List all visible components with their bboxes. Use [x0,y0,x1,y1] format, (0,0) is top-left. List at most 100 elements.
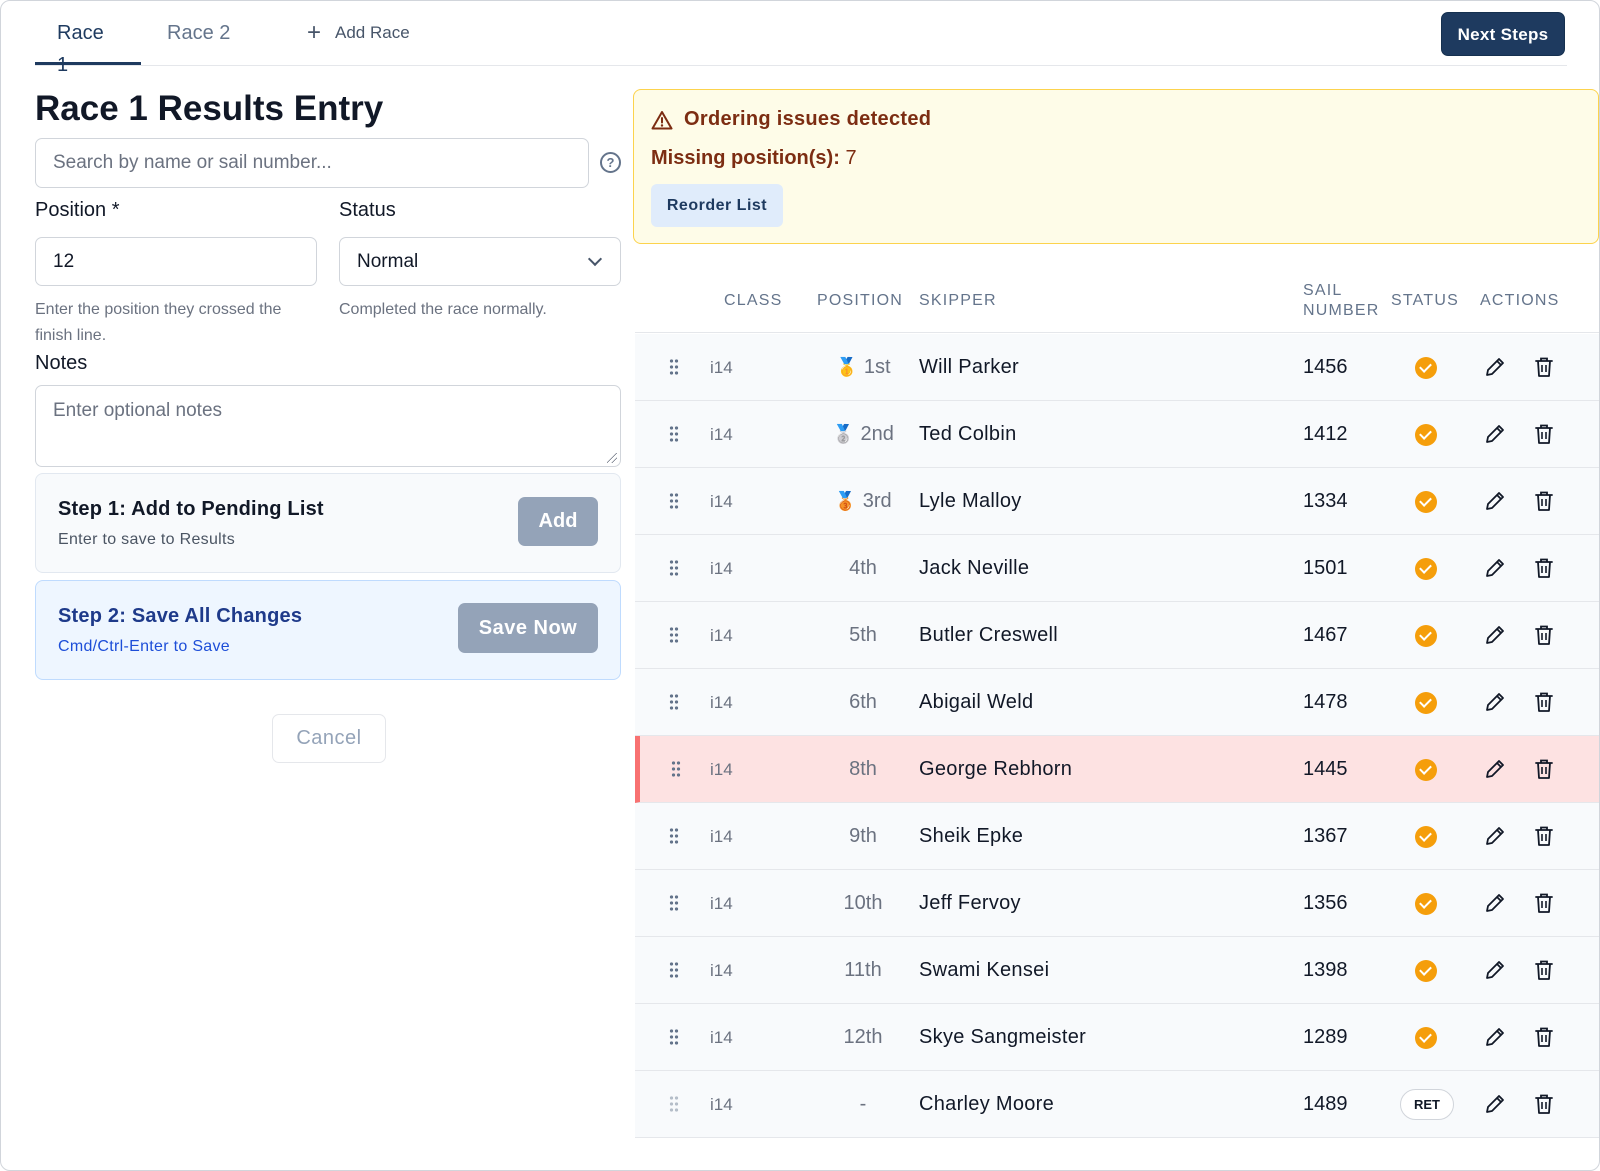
notes-textarea[interactable]: Enter optional notes [35,385,621,467]
trash-icon[interactable] [1532,958,1556,987]
row-position-text: 12th [843,1026,883,1048]
medal-icon: 🥇 [835,357,858,377]
table-row[interactable]: i14 10th Jeff Fervoy 1356 [635,870,1599,937]
step-1-panel: Step 1: Add to Pending List Enter to sav… [35,473,621,573]
row-class: i14 [710,559,733,578]
header-position: POSITION [817,292,904,309]
trash-icon[interactable] [1532,623,1556,652]
trash-icon[interactable] [1532,355,1556,384]
table-row[interactable]: i14 🥈 2nd Ted Colbin 1412 [635,401,1599,468]
trash-icon[interactable] [1532,1092,1556,1121]
row-position: - [813,1071,913,1138]
drag-handle-icon[interactable] [669,358,679,376]
cancel-button[interactable]: Cancel [272,714,386,763]
edit-icon[interactable] [1483,1025,1507,1054]
edit-icon[interactable] [1483,757,1507,786]
row-sail-number: 1289 [1303,1026,1348,1048]
status-ok-icon [1415,491,1437,513]
trash-icon[interactable] [1532,891,1556,920]
resize-handle-icon[interactable] [607,453,617,463]
tab-race-1[interactable]: Race 1 [35,17,141,76]
drag-handle-icon[interactable] [669,1095,679,1113]
edit-icon[interactable] [1483,958,1507,987]
row-position-text: 3rd [862,490,892,512]
table-row[interactable]: i14 🥉 3rd Lyle Malloy 1334 [635,468,1599,535]
trash-icon[interactable] [1532,489,1556,518]
tab-race-2[interactable]: Race 2 [145,17,252,65]
status-select[interactable]: Normal [339,237,621,286]
row-sail-number: 1456 [1303,356,1348,378]
step-2-subtitle: Cmd/Ctrl-Enter to Save [58,638,230,655]
drag-handle-icon[interactable] [669,559,679,577]
missing-positions: Missing position(s): 7 [651,147,857,170]
edit-icon[interactable] [1483,1092,1507,1121]
trash-icon[interactable] [1532,824,1556,853]
edit-icon[interactable] [1483,355,1507,384]
row-class: i14 [710,760,733,779]
edit-icon[interactable] [1483,489,1507,518]
status-ok-icon [1415,424,1437,446]
row-position-text: 9th [849,825,877,847]
row-class: i14 [710,961,733,980]
row-skipper: Butler Creswell [919,624,1058,646]
add-race-button[interactable]: + Add Race [285,17,432,65]
add-race-label: Add Race [335,23,410,42]
trash-icon[interactable] [1532,690,1556,719]
row-sail-number: 1367 [1303,825,1348,847]
row-skipper: Sheik Epke [919,825,1024,847]
drag-handle-icon[interactable] [669,425,679,443]
reorder-list-button[interactable]: Reorder List [651,184,783,227]
trash-icon[interactable] [1532,556,1556,585]
next-steps-button[interactable]: Next Steps [1441,12,1565,56]
edit-icon[interactable] [1483,690,1507,719]
drag-handle-icon[interactable] [669,961,679,979]
trash-icon[interactable] [1532,757,1556,786]
save-now-button[interactable]: Save Now [458,603,598,653]
row-position-text: 1st [863,356,891,378]
position-input[interactable]: 12 [35,237,317,286]
row-class: i14 [710,425,733,444]
medal-icon: 🥈 [832,424,855,444]
edit-icon[interactable] [1483,824,1507,853]
table-row[interactable]: i14 6th Abigail Weld 1478 [635,669,1599,736]
drag-handle-icon[interactable] [671,760,681,778]
search-input[interactable]: Search by name or sail number... [35,138,589,188]
row-position-text: 8th [849,758,877,780]
row-sail-number: 1412 [1303,423,1348,445]
row-class: i14 [710,894,733,913]
edit-icon[interactable] [1483,556,1507,585]
drag-handle-icon[interactable] [669,626,679,644]
edit-icon[interactable] [1483,891,1507,920]
status-hint: Completed the race normally. [339,301,547,318]
table-row[interactable]: i14 🥇 1st Will Parker 1456 [635,334,1599,401]
add-button[interactable]: Add [518,497,598,546]
drag-handle-icon[interactable] [669,492,679,510]
trash-icon[interactable] [1532,1025,1556,1054]
missing-positions-label: Missing position(s): [651,147,840,169]
table-row[interactable]: i14 12th Skye Sangmeister 1289 [635,1004,1599,1071]
edit-icon[interactable] [1483,623,1507,652]
row-skipper: Abigail Weld [919,691,1034,713]
row-position: 11th [813,937,913,1004]
table-row[interactable]: i14 5th Butler Creswell 1467 [635,602,1599,669]
race-tabs: Race 1 Race 2 + Add Race [35,1,1567,76]
help-icon[interactable]: ? [600,152,621,173]
drag-handle-icon[interactable] [669,1028,679,1046]
position-label: Position * [35,199,120,221]
table-row[interactable]: i14 9th Sheik Epke 1367 [635,803,1599,870]
table-row[interactable]: i14 - Charley Moore 1489 RET [635,1071,1599,1138]
warning-icon [651,111,673,130]
edit-icon[interactable] [1483,422,1507,451]
table-row[interactable]: i14 4th Jack Neville 1501 [635,535,1599,602]
table-row[interactable]: i14 11th Swami Kensei 1398 [635,937,1599,1004]
table-row[interactable]: i14 8th George Rebhorn 1445 [635,736,1599,803]
status-select-value: Normal [357,251,419,272]
row-class: i14 [710,358,733,377]
drag-handle-icon[interactable] [669,693,679,711]
trash-icon[interactable] [1532,422,1556,451]
row-position-text: 4th [849,557,877,579]
row-sail-number: 1489 [1303,1093,1348,1115]
drag-handle-icon[interactable] [669,827,679,845]
drag-handle-icon[interactable] [669,894,679,912]
status-ok-icon [1415,893,1437,915]
